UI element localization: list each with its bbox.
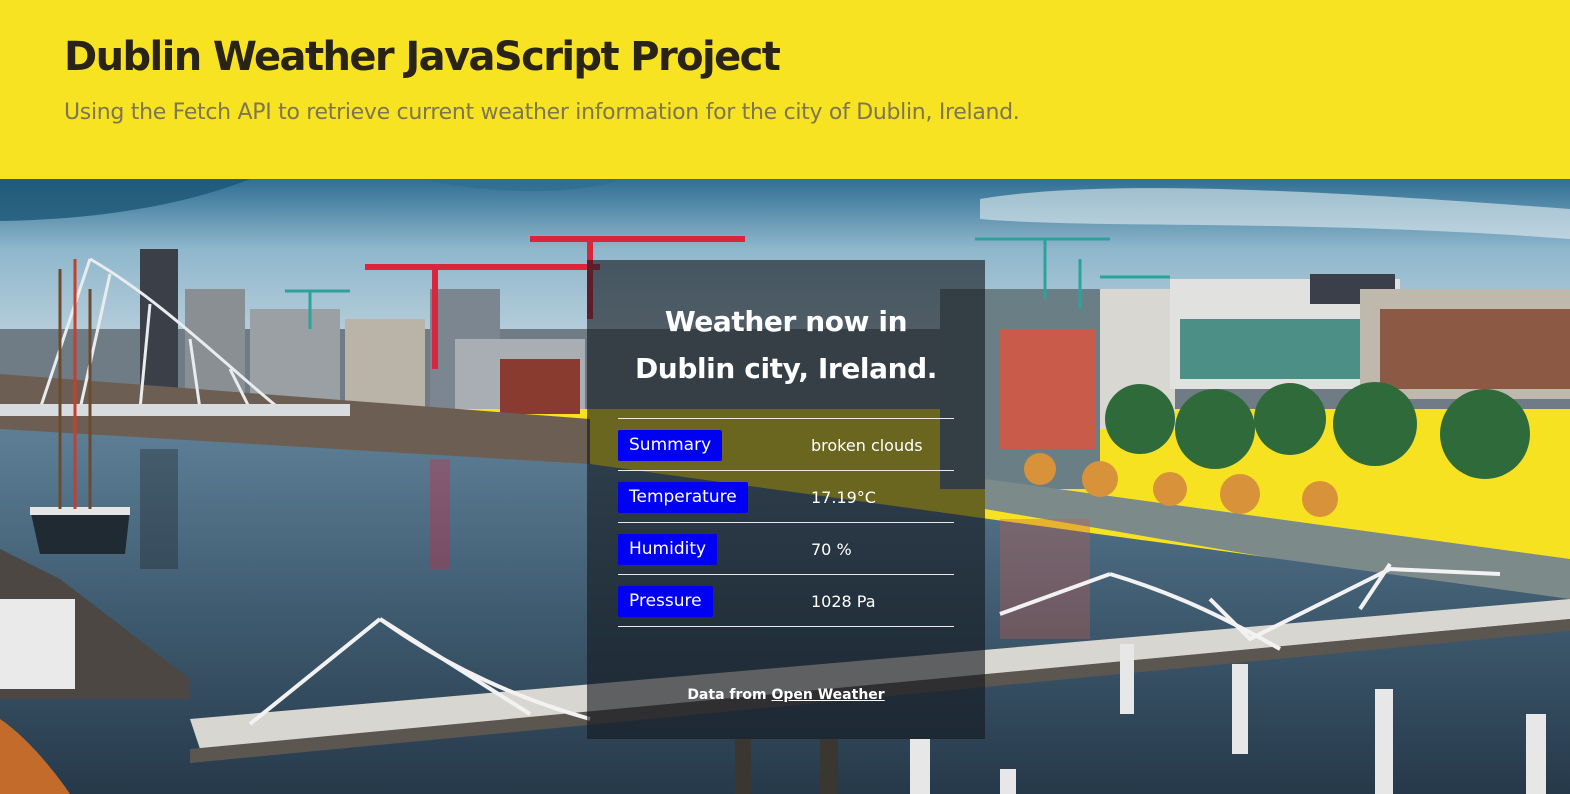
weather-row-humidity: Humidity 70 % (618, 522, 954, 574)
weather-card: Weather now in Dublin city, Ireland. Sum… (587, 260, 985, 739)
credit-prefix: Data from (687, 687, 767, 703)
temperature-value: 17.19°C (811, 488, 876, 507)
weather-row-pressure: Pressure 1028 Pa (618, 574, 954, 627)
weather-table: Summary broken clouds Temperature 17.19°… (618, 418, 954, 627)
pressure-label: Pressure (618, 586, 713, 617)
humidity-label: Humidity (618, 534, 718, 565)
weather-row-temperature: Temperature 17.19°C (618, 470, 954, 522)
weather-row-summary: Summary broken clouds (618, 418, 954, 470)
dublin-background-photo: Weather now in Dublin city, Ireland. Sum… (0, 179, 1570, 794)
open-weather-link[interactable]: Open Weather (771, 687, 884, 703)
summary-value: broken clouds (811, 436, 923, 455)
page-header: Dublin Weather JavaScript Project Using … (0, 0, 1570, 179)
weather-card-heading: Weather now in Dublin city, Ireland. (587, 298, 985, 392)
page-subtitle: Using the Fetch API to retrieve current … (64, 100, 1020, 125)
weather-heading-line2: Dublin city, Ireland. (634, 352, 938, 385)
page-title: Dublin Weather JavaScript Project (64, 34, 781, 80)
humidity-value: 70 % (811, 540, 852, 559)
weather-heading-line1: Weather now in (664, 305, 908, 338)
summary-label: Summary (618, 430, 723, 461)
data-credit: Data from Open Weather (587, 687, 985, 703)
temperature-label: Temperature (618, 482, 748, 513)
pressure-value: 1028 Pa (811, 592, 876, 611)
